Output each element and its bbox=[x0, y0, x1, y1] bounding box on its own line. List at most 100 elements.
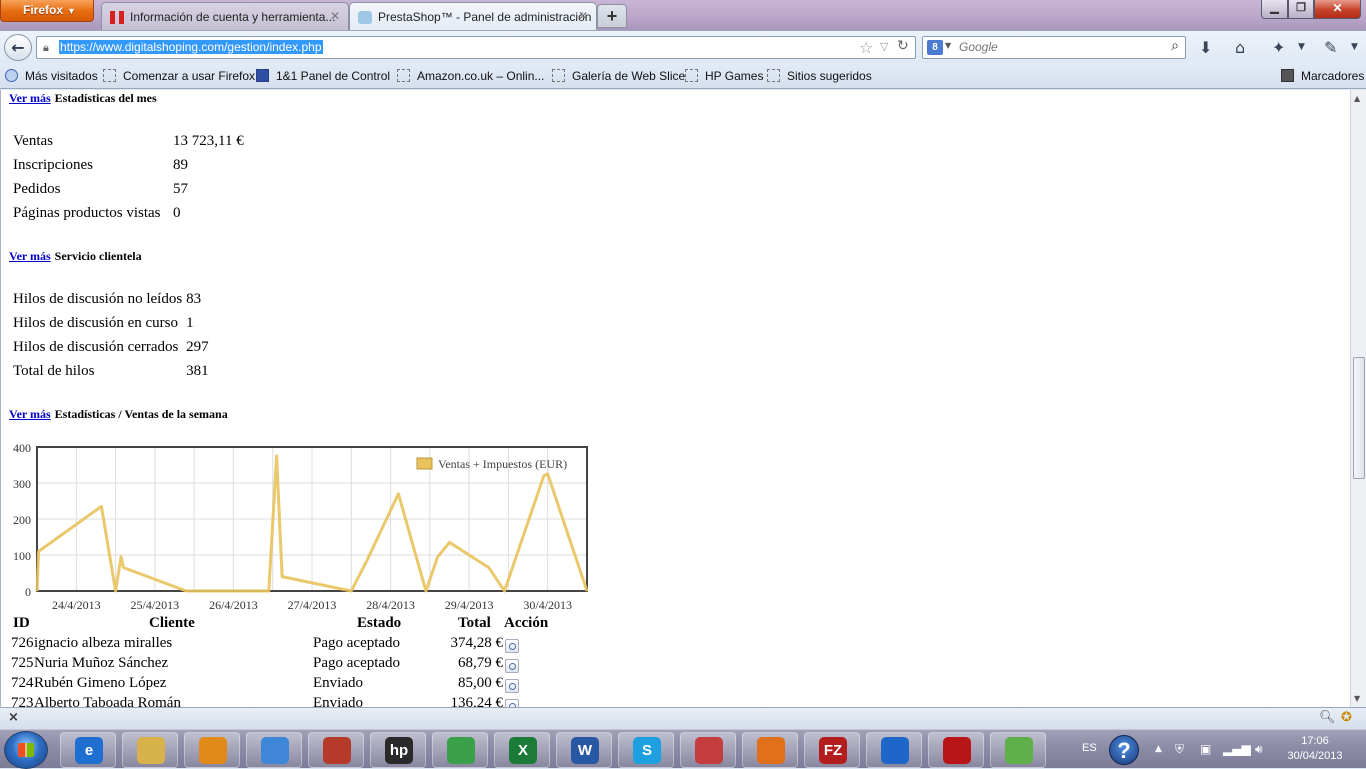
taskbar-app-10[interactable]: S bbox=[618, 732, 674, 768]
taskbar-app-12[interactable] bbox=[742, 732, 798, 768]
google-icon[interactable]: 8 bbox=[927, 40, 943, 55]
app-icon: X bbox=[509, 737, 537, 764]
col-header-client: Cliente bbox=[149, 615, 195, 631]
taskbar-app-1[interactable]: e bbox=[60, 732, 116, 768]
service-more-link[interactable]: Ver más bbox=[9, 249, 51, 263]
view-order-icon[interactable] bbox=[505, 679, 519, 693]
order-total: 374,28 € bbox=[450, 635, 504, 651]
addon-icon[interactable]: ✦ bbox=[1272, 38, 1285, 57]
bookmarks-menu-button[interactable]: Marcadores bbox=[1281, 69, 1364, 83]
tab-account-info[interactable]: Información de cuenta y herramienta... ✕ bbox=[101, 2, 349, 30]
app-icon: e bbox=[75, 737, 103, 764]
app-icon: W bbox=[571, 737, 599, 764]
taskbar-app-14[interactable] bbox=[866, 732, 922, 768]
bookmark-suggested-sites[interactable]: Sitios sugeridos bbox=[767, 69, 872, 83]
network-icon[interactable]: ▂▄▆ bbox=[1223, 742, 1251, 756]
firefox-menu-button[interactable]: Firefox ▼ bbox=[0, 0, 94, 22]
view-order-icon[interactable] bbox=[505, 639, 519, 653]
taskbar-app-7[interactable] bbox=[432, 732, 488, 768]
taskbar-app-11[interactable] bbox=[680, 732, 736, 768]
taskbar-app-2[interactable] bbox=[122, 732, 178, 768]
chevron-down-icon[interactable]: ▼ bbox=[1298, 42, 1305, 52]
view-order-icon[interactable] bbox=[505, 699, 519, 707]
bookmark-most-visited[interactable]: Más visitados bbox=[5, 69, 98, 83]
app-icon bbox=[261, 737, 289, 764]
page-icon bbox=[685, 69, 698, 82]
data-point bbox=[36, 590, 38, 592]
search-icon[interactable]: ⌕ bbox=[1171, 38, 1179, 54]
help-icon[interactable]: ? bbox=[1109, 735, 1139, 765]
order-status: Enviado bbox=[313, 695, 363, 707]
taskbar-app-13[interactable]: FZ bbox=[804, 732, 860, 768]
taskbar-app-15[interactable] bbox=[928, 732, 984, 768]
month-stats-more-link[interactable]: Ver más bbox=[9, 91, 51, 105]
x-tick-label: 27/4/2013 bbox=[288, 598, 337, 612]
minimize-button[interactable]: ▁ bbox=[1261, 0, 1288, 19]
bookmark-1and1[interactable]: 1&1 Panel de Control bbox=[256, 69, 390, 83]
chevron-down-icon[interactable]: ▼ bbox=[945, 41, 951, 50]
zoom-icon[interactable]: 🔍︎ bbox=[1319, 710, 1336, 725]
clock[interactable]: 17:06 30/04/2013 bbox=[1280, 734, 1350, 764]
tools-icon[interactable]: ✎ bbox=[1324, 38, 1337, 57]
new-tab-button[interactable]: + bbox=[597, 4, 627, 28]
taskbar-app-5[interactable] bbox=[308, 732, 364, 768]
col-header-id: ID bbox=[13, 615, 30, 631]
volume-icon[interactable]: 🔊︎ bbox=[1255, 742, 1263, 757]
bookmark-getting-started[interactable]: Comenzar a usar Firefox bbox=[103, 69, 255, 83]
taskbar-app-9[interactable]: W bbox=[556, 732, 612, 768]
maximize-button[interactable]: ❐ bbox=[1288, 0, 1314, 19]
back-button[interactable]: ← bbox=[4, 34, 32, 61]
view-order-icon[interactable] bbox=[505, 659, 519, 673]
col-header-action: Acción bbox=[504, 615, 549, 631]
x-tick-label: 25/4/2013 bbox=[131, 598, 180, 612]
data-point bbox=[449, 541, 450, 543]
order-client: ignacio albeza miralles bbox=[34, 635, 173, 651]
search-input[interactable] bbox=[959, 40, 1159, 54]
reload-icon[interactable]: ↻ bbox=[897, 38, 909, 54]
scroll-up-icon[interactable]: ▲ bbox=[1354, 94, 1360, 103]
close-window-button[interactable]: ✕ bbox=[1314, 0, 1361, 19]
stat-value: 89 bbox=[173, 156, 188, 173]
table-row: Pedidos 57 bbox=[11, 177, 246, 201]
taskbar-app-16[interactable] bbox=[990, 732, 1046, 768]
chevron-up-icon[interactable]: ▲ bbox=[1155, 744, 1162, 754]
bookmark-hp-games[interactable]: HP Games bbox=[685, 69, 763, 83]
clock-time: 17:06 bbox=[1301, 735, 1329, 747]
prestashop-icon bbox=[358, 11, 372, 24]
chevron-down-icon[interactable]: ▼ bbox=[1351, 42, 1358, 52]
url-bar[interactable]: 🔒︎ https://www.digitalshoping.com/gestio… bbox=[36, 36, 916, 59]
data-point bbox=[115, 590, 117, 592]
x-tick-label: 30/4/2013 bbox=[523, 598, 572, 612]
addon-bar-icon[interactable]: ✪ bbox=[1341, 710, 1352, 725]
taskbar-app-6[interactable]: hp bbox=[370, 732, 426, 768]
close-icon[interactable]: ✕ bbox=[330, 9, 340, 23]
week-sales-more-link[interactable]: Ver más bbox=[9, 407, 51, 421]
start-button[interactable] bbox=[4, 731, 48, 769]
app-icon: FZ bbox=[819, 737, 847, 764]
col-header-total: Total bbox=[458, 615, 491, 631]
section-title: Estadísticas del mes bbox=[54, 91, 157, 105]
stat-label: Páginas productos vistas bbox=[13, 204, 161, 221]
search-bar[interactable]: 8 ▼ ⌕ bbox=[922, 36, 1186, 59]
chevron-down-icon[interactable]: ▽ bbox=[880, 40, 888, 53]
security-icon[interactable]: ⛨ bbox=[1175, 742, 1184, 757]
tab-prestashop[interactable]: PrestaShop™ - Panel de administración ✕ bbox=[349, 2, 597, 30]
close-icon[interactable]: × bbox=[8, 710, 19, 725]
language-indicator[interactable]: ES bbox=[1082, 742, 1097, 754]
table-row: Hilos de discusión en curso 1 bbox=[11, 311, 211, 335]
star-icon[interactable]: ☆ bbox=[859, 38, 873, 57]
download-icon[interactable]: ⬇ bbox=[1199, 38, 1212, 57]
url-text[interactable]: https://www.digitalshoping.com/gestion/i… bbox=[59, 40, 323, 54]
vertical-scrollbar[interactable]: ▲ ▼ bbox=[1350, 90, 1366, 707]
taskbar-app-8[interactable]: X bbox=[494, 732, 550, 768]
home-icon[interactable]: ⌂ bbox=[1235, 38, 1245, 57]
bookmark-web-slice[interactable]: Galería de Web Slice bbox=[552, 69, 685, 83]
bookmark-amazon[interactable]: Amazon.co.uk – Onlin... bbox=[397, 69, 544, 83]
scroll-down-icon[interactable]: ▼ bbox=[1354, 694, 1360, 703]
close-icon[interactable]: ✕ bbox=[578, 9, 588, 23]
taskbar-app-4[interactable] bbox=[246, 732, 302, 768]
device-icon[interactable]: ▣ bbox=[1200, 742, 1211, 756]
stat-value: 13 723,11 € bbox=[173, 132, 244, 149]
taskbar-app-3[interactable] bbox=[184, 732, 240, 768]
scroll-thumb[interactable] bbox=[1353, 357, 1365, 479]
